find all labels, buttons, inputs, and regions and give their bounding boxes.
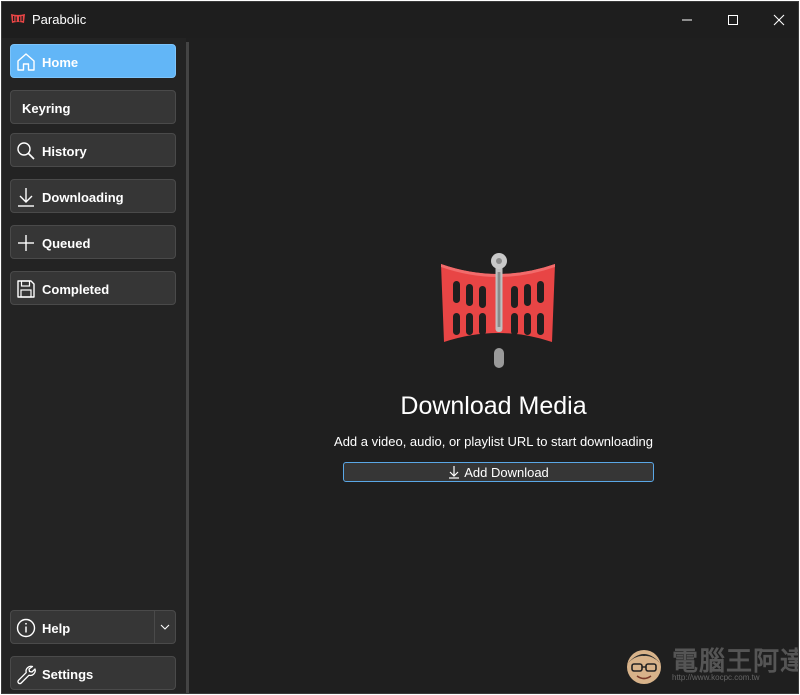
sidebar-item-label: Home bbox=[42, 55, 79, 70]
sidebar-item-completed[interactable]: Completed bbox=[10, 271, 176, 305]
wrench-icon bbox=[17, 665, 36, 685]
add-download-label: Add Download bbox=[464, 464, 549, 480]
watermark-url: http://www.kocpc.com.tw bbox=[672, 673, 760, 682]
close-icon bbox=[773, 14, 785, 26]
download-arrow-icon bbox=[18, 188, 34, 207]
sidebar-item-queued[interactable]: Queued bbox=[10, 225, 176, 259]
app-logo-icon bbox=[11, 14, 25, 23]
sidebar-item-downloading[interactable]: Downloading bbox=[10, 179, 176, 213]
minimize-button[interactable] bbox=[664, 2, 710, 38]
sidebar: Home Keyring History Downloading Queued … bbox=[2, 38, 186, 693]
empty-state-title: Download Media bbox=[400, 392, 587, 420]
sidebar-item-settings[interactable]: Settings bbox=[10, 656, 176, 690]
parabolic-logo-icon bbox=[441, 253, 555, 368]
help-menu-toggle[interactable] bbox=[154, 611, 175, 643]
watermark: 電腦王阿達 http://www.kocpc.com.tw bbox=[622, 637, 798, 689]
sidebar-item-label: Queued bbox=[42, 236, 91, 251]
home-icon bbox=[17, 53, 35, 71]
app-title: Parabolic bbox=[32, 12, 87, 27]
mascot-face-icon bbox=[627, 650, 661, 684]
info-icon bbox=[16, 618, 36, 638]
sidebar-item-label: Downloading bbox=[42, 190, 124, 205]
search-icon bbox=[17, 142, 35, 160]
sidebar-item-keyring[interactable]: Keyring bbox=[10, 90, 176, 124]
maximize-button[interactable] bbox=[710, 2, 756, 38]
sidebar-item-label: Help bbox=[42, 621, 71, 636]
title-bar[interactable]: Parabolic bbox=[2, 2, 798, 38]
sidebar-item-label: Keyring bbox=[22, 101, 71, 116]
floppy-disk-icon bbox=[17, 280, 35, 298]
minimize-icon bbox=[682, 19, 692, 21]
plus-icon bbox=[18, 235, 34, 251]
app-window: Parabolic Home Keyring History Downloadi… bbox=[1, 1, 799, 694]
maximize-icon bbox=[728, 15, 738, 25]
close-button[interactable] bbox=[756, 2, 798, 38]
add-download-button[interactable]: Add Download bbox=[343, 462, 654, 482]
download-arrow-icon bbox=[449, 466, 460, 479]
sidebar-item-label: History bbox=[42, 144, 87, 159]
sidebar-item-label: Completed bbox=[42, 282, 110, 297]
empty-state-subtitle: Add a video, audio, or playlist URL to s… bbox=[334, 434, 653, 449]
sidebar-item-help[interactable]: Help bbox=[10, 610, 176, 644]
chevron-down-icon bbox=[160, 624, 170, 630]
sidebar-item-home[interactable]: Home bbox=[10, 44, 176, 78]
main-content: Download Media Add a video, audio, or pl… bbox=[189, 38, 798, 693]
sidebar-item-history[interactable]: History bbox=[10, 133, 176, 167]
sidebar-item-label: Settings bbox=[42, 667, 94, 682]
